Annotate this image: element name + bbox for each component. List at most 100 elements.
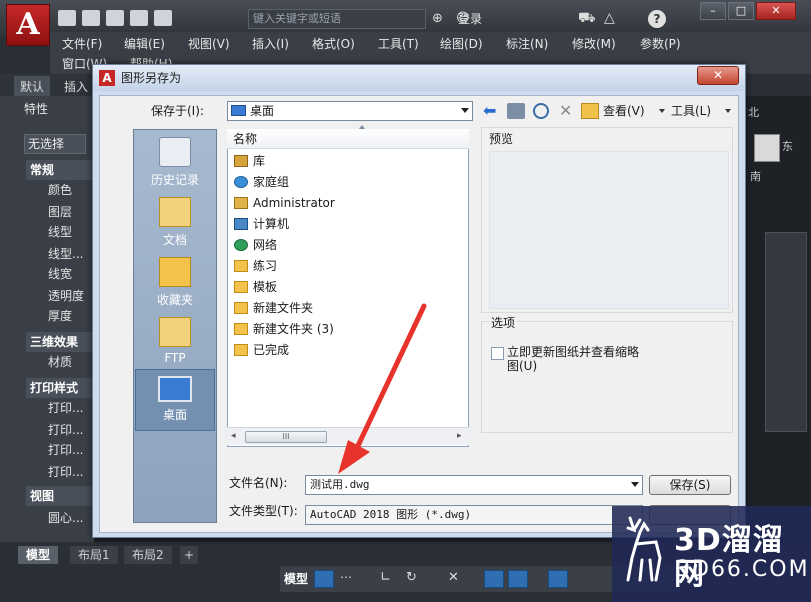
file-item-template[interactable]: 模板	[233, 277, 277, 297]
back-arrow-icon[interactable]: ⬅	[483, 103, 501, 119]
close-window-button[interactable]: ✕	[756, 2, 796, 20]
menu-draw[interactable]: 绘图(D)	[440, 34, 483, 54]
menu-insert[interactable]: 插入(I)	[252, 34, 289, 54]
file-item-network[interactable]: 网络	[233, 235, 277, 255]
file-item-homegroup[interactable]: 家庭组	[233, 172, 289, 192]
login-link[interactable]: 登录	[458, 9, 482, 29]
menu-dimension[interactable]: 标注(N)	[506, 34, 548, 54]
scroll-left-icon[interactable]: ◂	[231, 431, 236, 441]
lineweight-icon[interactable]	[484, 570, 504, 588]
up-folder-icon[interactable]	[507, 103, 525, 119]
add-layout-button[interactable]: +	[180, 546, 199, 564]
section-general[interactable]: 常规	[26, 160, 92, 180]
file-item-administrator[interactable]: Administrator	[233, 193, 335, 213]
file-name: 练习	[253, 259, 278, 273]
new-folder-icon[interactable]	[581, 103, 599, 119]
snap-icon[interactable]: ⋯	[340, 570, 358, 588]
model-space-button[interactable]: 模型	[284, 570, 308, 588]
viewcube-north: 北	[748, 106, 759, 119]
section-3d-effects[interactable]: 三维效果	[26, 332, 92, 352]
update-thumbnail-checkbox[interactable]	[491, 347, 504, 360]
file-item-new-folder-3[interactable]: 新建文件夹 (3)	[233, 319, 334, 339]
exchange-icon[interactable]: △	[604, 10, 615, 26]
desktop-monitor-icon	[158, 376, 192, 402]
place-documents-label: 文档	[162, 233, 187, 247]
history-icon	[159, 137, 191, 167]
dialog-titlebar[interactable]	[93, 65, 745, 91]
column-header-name[interactable]: 名称	[227, 129, 469, 149]
prop-color: 颜色	[48, 183, 73, 197]
file-item-new-folder[interactable]: 新建文件夹	[233, 298, 313, 318]
dialog-close-button[interactable]: ✕	[697, 66, 739, 85]
menu-edit[interactable]: 编辑(E)	[124, 34, 165, 54]
save-icon[interactable]	[106, 10, 124, 26]
views-menu[interactable]: 查看(V)	[603, 103, 645, 119]
update-thumbnail-label[interactable]: 立即更新图纸并查看缩略图(U)	[507, 345, 647, 373]
osnap-icon[interactable]: ✕	[448, 570, 466, 588]
grid-icon[interactable]	[314, 570, 334, 588]
scrollbar-thumb[interactable]: III	[245, 431, 327, 443]
tab-insert[interactable]: 插入	[58, 76, 94, 97]
tools-chevron-icon	[725, 109, 731, 113]
cart-icon[interactable]: ⛟	[578, 10, 596, 28]
new-file-icon[interactable]	[58, 10, 76, 26]
ortho-icon[interactable]: ∟	[380, 570, 398, 588]
place-favorites[interactable]: 收藏夹	[135, 257, 215, 308]
place-desktop[interactable]: 桌面	[135, 369, 215, 431]
sort-arrow-icon	[359, 125, 365, 129]
menu-parametric[interactable]: 参数(P)	[640, 34, 681, 54]
annotation-icon[interactable]	[548, 570, 568, 588]
folder-icon	[234, 260, 248, 272]
file-item-practice[interactable]: 练习	[233, 256, 277, 276]
transparency-icon[interactable]	[508, 570, 528, 588]
polar-icon[interactable]: ↻	[406, 570, 424, 588]
menu-file[interactable]: 文件(F)	[62, 34, 102, 54]
save-in-dropdown[interactable]: 桌面	[227, 101, 473, 121]
menu-format[interactable]: 格式(O)	[312, 34, 355, 54]
tab-default[interactable]: 默认	[14, 76, 51, 97]
navigation-bar[interactable]	[765, 232, 807, 432]
maximize-button[interactable]: □	[728, 2, 754, 20]
save-as-icon[interactable]	[130, 10, 148, 26]
search-web-icon[interactable]	[533, 103, 549, 119]
autocad-logo-button[interactable]: A	[6, 4, 50, 46]
prop-center: 圆心...	[48, 511, 84, 525]
menu-tools[interactable]: 工具(T)	[378, 34, 419, 54]
save-button[interactable]: 保存(S)	[649, 475, 731, 495]
selection-dropdown[interactable]: 无选择	[24, 134, 86, 154]
help-icon[interactable]: ?	[648, 10, 666, 28]
menu-modify[interactable]: 修改(M)	[572, 34, 616, 54]
search-input[interactable]: 键入关键字或短语	[248, 9, 426, 29]
viewcube[interactable]: 北 东 南	[748, 100, 808, 192]
file-item-library[interactable]: 库	[233, 151, 265, 171]
place-history[interactable]: 历史记录	[135, 137, 215, 188]
minimize-button[interactable]: –	[700, 2, 726, 20]
file-item-completed[interactable]: 已完成	[233, 340, 289, 360]
filename-label: 文件名(N):	[229, 476, 288, 490]
file-name: 库	[253, 154, 266, 168]
dialog-app-icon: A	[99, 70, 115, 86]
scroll-right-icon[interactable]: ▸	[457, 431, 462, 441]
binoculars-icon[interactable]: ⊕	[432, 11, 450, 27]
prop-plot-2: 打印...	[48, 423, 84, 437]
viewcube-face[interactable]	[754, 134, 780, 162]
file-item-computer[interactable]: 计算机	[233, 214, 289, 234]
tab-layout2[interactable]: 布局2	[124, 546, 172, 564]
prop-plot-3: 打印...	[48, 443, 84, 457]
section-plot-style[interactable]: 打印样式	[26, 378, 92, 398]
delete-icon[interactable]: ✕	[559, 103, 577, 119]
tools-menu[interactable]: 工具(L)	[671, 103, 711, 119]
tab-model[interactable]: 模型	[18, 546, 59, 564]
menu-view[interactable]: 视图(V)	[188, 34, 230, 54]
place-documents[interactable]: 文档	[135, 197, 215, 248]
section-view[interactable]: 视图	[26, 486, 92, 506]
open-folder-icon[interactable]	[82, 10, 100, 26]
print-icon[interactable]	[154, 10, 172, 26]
place-ftp[interactable]: FTP	[135, 317, 215, 365]
file-name: 计算机	[253, 217, 290, 231]
filetype-dropdown[interactable]: AutoCAD 2018 图形 (*.dwg)	[305, 505, 643, 525]
tab-layout1[interactable]: 布局1	[70, 546, 118, 564]
prop-transparency: 透明度	[48, 289, 85, 303]
file-name: 已完成	[253, 343, 290, 357]
filename-chevron-icon[interactable]	[631, 482, 639, 487]
